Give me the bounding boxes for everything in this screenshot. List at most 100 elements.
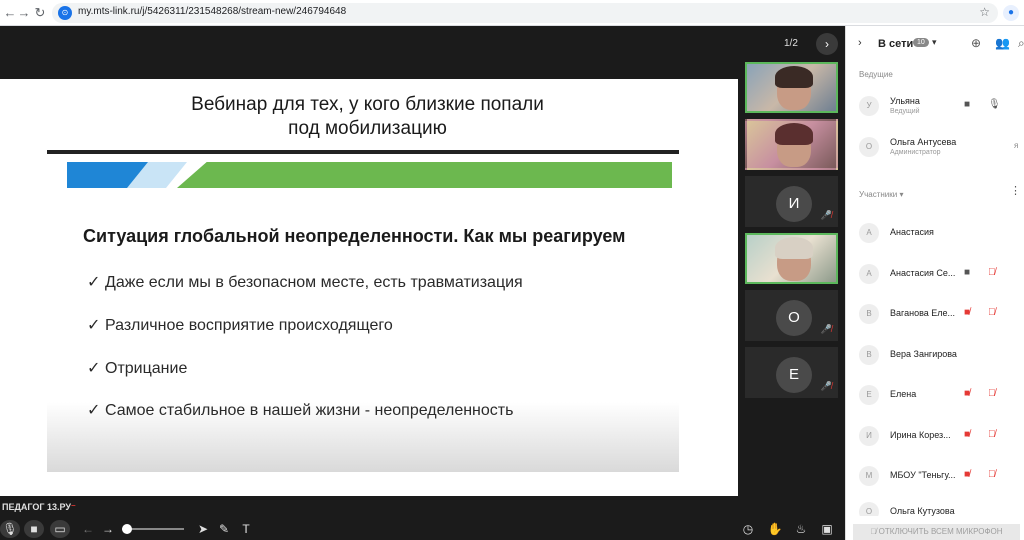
microphone-button[interactable]: 🎙: [0, 520, 20, 538]
avatar: О: [859, 502, 879, 516]
microphone-icon[interactable]: 🎙: [988, 99, 1001, 110]
search-icon[interactable]: ⌕: [1018, 36, 1024, 51]
camera-off-icon[interactable]: ■̸: [964, 429, 970, 440]
profile-avatar-icon[interactable]: ●: [1003, 5, 1019, 21]
add-icon[interactable]: ⊕: [971, 36, 981, 50]
video-tile[interactable]: О 🎤̸: [745, 290, 838, 341]
more-options-icon[interactable]: ⋮: [1010, 184, 1021, 197]
bullet-text: Различное восприятие происходящего: [105, 317, 393, 334]
participant-row[interactable]: А Анастасия: [846, 213, 1024, 253]
people-icon[interactable]: 👥: [995, 36, 1010, 50]
pen-tool-icon[interactable]: ✎: [214, 520, 234, 538]
next-arrow-icon[interactable]: →: [98, 520, 118, 538]
green-stripe: [177, 162, 672, 188]
mic-muted-icon[interactable]: 🎙̸: [988, 429, 996, 440]
participant-row[interactable]: У Ульяна Ведущий ■ 🎙: [846, 86, 1024, 126]
check-icon: ✓: [87, 274, 101, 291]
participant-row[interactable]: Е Елена ■̸ 🎙̸: [846, 375, 1024, 415]
camera-off-icon[interactable]: ■̸: [964, 469, 970, 480]
participant-hair: [775, 66, 813, 88]
participant-name: Ольга Антусева: [890, 137, 957, 147]
raise-hand-icon[interactable]: ✋: [765, 520, 785, 538]
address-bar[interactable]: ⊙ my.mts-link.ru/j/5426311/231548268/str…: [52, 3, 998, 23]
participants-panel: › В сети 10 ▾ ⊕ 👥 ⌕ Ведущие У Ульяна Вед…: [845, 26, 1024, 540]
participant-name: Ваганова Еле...: [890, 308, 956, 318]
presentation-slide: Вебинар для тех, у кого близкие попали п…: [0, 79, 738, 496]
avatar: А: [859, 223, 879, 243]
avatar: В: [859, 345, 879, 365]
previous-arrow-icon[interactable]: ←: [78, 520, 98, 538]
participant-row[interactable]: В Ваганова Еле... ■̸ 🎙̸: [846, 294, 1024, 334]
dropdown-caret-icon[interactable]: ▾: [932, 37, 937, 48]
participant-name: Ульяна: [890, 96, 920, 106]
camera-off-icon[interactable]: ■̸: [964, 307, 970, 318]
participant-name: Ирина Корез...: [890, 430, 951, 440]
participant-row[interactable]: И Ирина Корез... ■̸ 🎙̸: [846, 416, 1024, 456]
section-participants-label[interactable]: Участники ▾: [859, 190, 903, 199]
video-tile[interactable]: [745, 62, 838, 113]
collapse-chevron-icon[interactable]: ›: [858, 37, 862, 49]
slide-title: Вебинар для тех, у кого близкие попали п…: [140, 93, 595, 141]
camera-off-icon[interactable]: ■̸: [964, 388, 970, 399]
browser-toolbar: ← → ↻ ⊙ my.mts-link.ru/j/5426311/2315482…: [0, 0, 1024, 26]
video-tile[interactable]: [745, 119, 838, 170]
mic-muted-icon: 🎤̸: [820, 210, 832, 220]
avatar: М: [859, 466, 879, 486]
slide-counter: 1/2: [784, 38, 798, 49]
avatar: У: [859, 96, 879, 116]
mute-all-button[interactable]: 🎙̸ ОТКЛЮЧИТЬ ВСЕМ МИКРОФОН: [853, 524, 1020, 540]
mic-muted-icon[interactable]: 🎙̸: [988, 307, 996, 318]
participant-hair: [775, 123, 813, 145]
bottom-toolbar: 🎙 ■ ▭ ← → ➤ ✎ T ◷ ✋ ♨ ▣: [0, 518, 845, 540]
self-indicator: я: [1014, 141, 1019, 150]
mic-muted-icon: 🎤̸: [820, 324, 832, 334]
check-icon: ✓: [87, 317, 101, 334]
participant-hair: [775, 237, 813, 259]
participant-row[interactable]: М МБОУ "Теньгу... ■̸ 🎙̸: [846, 456, 1024, 496]
slide-content-image: Ситуация глобальной неопределенности. Ка…: [47, 150, 679, 472]
layout-icon[interactable]: ▣: [817, 520, 837, 538]
camera-icon[interactable]: ■: [964, 267, 970, 278]
panel-title: В сети: [878, 38, 914, 50]
volume-slider-knob[interactable]: [122, 524, 132, 534]
bullet-item: ✓ Самое стабильное в нашей жизни - неопре…: [87, 400, 513, 420]
online-count-badge: 10: [913, 38, 929, 47]
participant-avatar: И: [776, 186, 812, 222]
video-tile[interactable]: И 🎤̸: [745, 176, 838, 227]
participant-row[interactable]: О Ольга Кутузова: [846, 492, 1024, 516]
video-tile[interactable]: [745, 233, 838, 284]
slide-title-line1: Вебинар для тех, у кого близкие попали: [191, 94, 544, 115]
timer-icon[interactable]: ◷: [738, 520, 758, 538]
participant-role: Ведущий: [890, 108, 920, 115]
participant-row[interactable]: А Анастасия Се... ■ 🎙̸: [846, 254, 1024, 294]
brand-logo-text: ПЕДАГОГ 13.РУ: [2, 502, 71, 512]
avatar: В: [859, 304, 879, 324]
slide-heading: Ситуация глобальной неопределенности. Ка…: [83, 226, 626, 246]
avatar: О: [859, 137, 879, 157]
bullet-text: Даже если мы в безопасном месте, есть тр…: [105, 274, 523, 291]
forward-arrow-icon[interactable]: →: [16, 5, 32, 21]
video-tile[interactable]: Е 🎤̸: [745, 347, 838, 398]
site-info-icon[interactable]: ⊙: [58, 6, 72, 20]
participant-avatar: О: [776, 300, 812, 336]
screen-share-button[interactable]: ▭: [50, 520, 70, 538]
reload-icon[interactable]: ↻: [32, 5, 48, 21]
participant-name: Елена: [890, 389, 917, 399]
mic-muted-icon[interactable]: 🎙̸: [988, 267, 996, 278]
participant-row[interactable]: О Ольга Антусева Администратор я: [846, 127, 1024, 167]
participant-row[interactable]: В Вера Зангирова: [846, 335, 1024, 375]
bookmark-star-icon[interactable]: ☆: [979, 5, 990, 19]
mic-muted-icon[interactable]: 🎙̸: [988, 388, 996, 399]
reactions-icon[interactable]: ♨: [791, 520, 811, 538]
brand-logo: ПЕДАГОГ 13.РУ⁻: [2, 502, 76, 512]
pointer-tool-icon[interactable]: ➤: [193, 520, 213, 538]
text-tool-icon[interactable]: T: [236, 520, 256, 538]
participant-name: Вера Зангирова: [890, 349, 957, 359]
camera-button[interactable]: ■: [24, 520, 44, 538]
next-slide-button[interactable]: ›: [816, 33, 838, 55]
participant-name: МБОУ "Теньгу...: [890, 470, 956, 480]
mic-muted-icon[interactable]: 🎙̸: [988, 469, 996, 480]
section-hosts-label: Ведущие: [859, 70, 893, 79]
bullet-item: ✓ Даже если мы в безопасном месте, есть т…: [87, 272, 523, 292]
camera-icon[interactable]: ■: [964, 99, 970, 110]
